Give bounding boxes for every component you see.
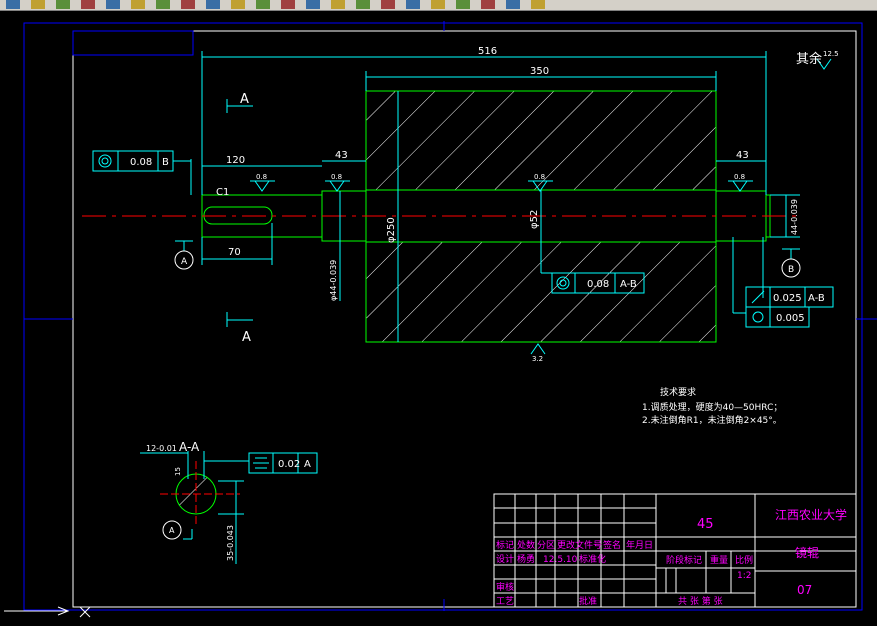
tb-r1-3: 更改文件号: [557, 539, 602, 551]
section-sym-datum: A: [304, 459, 311, 470]
dim-left-shaft-dia: φ44-0.039: [329, 260, 338, 301]
tb-r3-0: 审核: [496, 581, 514, 593]
tb-r1-1: 处数: [517, 539, 535, 551]
notes-title: 技术要求: [660, 386, 696, 398]
orientation-box: [72, 30, 194, 56]
tb-r2-2: 12.5.10: [543, 555, 578, 565]
publish-icon[interactable]: [106, 0, 120, 9]
tb-stage-label: 阶段标记: [666, 554, 702, 566]
dim-keyway: 70: [228, 247, 241, 258]
layer-state-icon[interactable]: [531, 0, 545, 9]
dim-overall: 516: [478, 46, 497, 57]
dim-body-dia: φ250: [386, 217, 397, 243]
tb-r1-4: 签名: [603, 539, 621, 551]
section-key-width: 12-0.01: [146, 444, 177, 453]
tol-left-datum: B: [162, 157, 169, 168]
ucs-icon: [4, 606, 91, 618]
design-center-icon[interactable]: [356, 0, 370, 9]
section-view-title: A-A: [179, 440, 200, 454]
dim-bore-dia: φ52: [529, 210, 540, 229]
layer-icon[interactable]: [506, 0, 520, 9]
roughness-3: 0.8: [534, 173, 545, 181]
dim-left-gap: 43: [335, 150, 348, 161]
remaining-note: 其余: [796, 51, 822, 67]
tb-scale-label: 比例: [735, 554, 753, 566]
tb-r1-0: 标记: [496, 539, 514, 551]
tb-sheets: 共 张 第 张: [678, 595, 723, 607]
roughness-4: 0.8: [734, 173, 745, 181]
tol-center-value: 0.08: [587, 279, 609, 290]
zoom-previous-icon[interactable]: [306, 0, 320, 9]
tol-center-datum: A-B: [620, 279, 637, 290]
dim-right-shaft-dia: 44-0.039: [790, 199, 799, 235]
tb-material: 45: [697, 517, 714, 532]
roughness-other: 12.5: [823, 50, 839, 58]
save-icon[interactable]: [31, 0, 45, 9]
pan-icon[interactable]: [131, 0, 145, 9]
sheet-set-icon[interactable]: [406, 0, 420, 9]
roughness-1: 0.8: [256, 173, 267, 181]
notes-line2: 2.未注倒角R1，未注倒角2×45°。: [642, 414, 782, 426]
section-sym-value: 0.02: [278, 459, 300, 470]
drawing-canvas[interactable]: 516 350 120 43 43 70 C1 φ250 φ52 φ44-0.0…: [0, 11, 877, 626]
tb-school: 江西农业大学: [775, 507, 847, 522]
dim-left-step: 120: [226, 155, 245, 166]
roughness-bottom: 3.2: [532, 355, 543, 363]
markup-icon[interactable]: [431, 0, 445, 9]
print-icon[interactable]: [56, 0, 70, 9]
tol-runout-value: 0.025: [773, 293, 802, 304]
section-datum: A: [169, 526, 175, 535]
tb-r1-2: 分区: [537, 540, 555, 551]
section-key-depth: 15: [174, 467, 182, 476]
tb-weight-label: 重量: [710, 554, 728, 566]
dim-right-gap: 43: [736, 150, 749, 161]
tb-r2-3: 标准化: [579, 553, 606, 565]
datum-a-label: A: [181, 257, 188, 267]
undo-icon[interactable]: [181, 0, 195, 9]
zoom-icon[interactable]: [156, 0, 170, 9]
tb-drawing-no: 07: [797, 583, 812, 597]
tol-left-value: 0.08: [130, 157, 152, 168]
help-icon[interactable]: [481, 0, 495, 9]
open-icon[interactable]: [6, 0, 20, 9]
preview-icon[interactable]: [81, 0, 95, 9]
notes-line1: 1.调质处理，硬度为40—50HRC；: [642, 401, 782, 413]
tb-r2-1: 杨勇: [517, 553, 535, 565]
zoom-realtime-icon[interactable]: [256, 0, 270, 9]
toolbar: [0, 0, 877, 11]
tb-r1-5: 年月日: [626, 539, 653, 551]
dim-body: 350: [530, 66, 549, 77]
roughness-2: 0.8: [331, 173, 342, 181]
match-icon[interactable]: [231, 0, 245, 9]
tb-scale: 1:2: [737, 571, 751, 581]
section-label-top: A: [240, 92, 249, 107]
tb-r4-3: 批准: [579, 595, 597, 607]
properties-icon[interactable]: [331, 0, 345, 9]
dim-chamfer: C1: [216, 187, 229, 198]
calculator-icon[interactable]: [456, 0, 470, 9]
title-block-texts: 45 江西农业大学 镜辊 07 比例 1:2 重量 阶段标记 共 张 第 张 标…: [496, 507, 847, 607]
tool-palette-icon[interactable]: [381, 0, 395, 9]
section-label-bottom: A: [242, 330, 251, 345]
redo-icon[interactable]: [206, 0, 220, 9]
tb-part-name: 镜辊: [795, 545, 819, 560]
zoom-window-icon[interactable]: [281, 0, 295, 9]
datum-b-label: B: [788, 265, 794, 275]
tb-r2-0: 设计: [496, 553, 514, 565]
tol-runout-datum: A-B: [808, 293, 825, 304]
tol-cyl-value: 0.005: [776, 313, 805, 324]
section-depth: 35-0.043: [226, 525, 235, 561]
tb-r4-0: 工艺: [496, 596, 514, 607]
